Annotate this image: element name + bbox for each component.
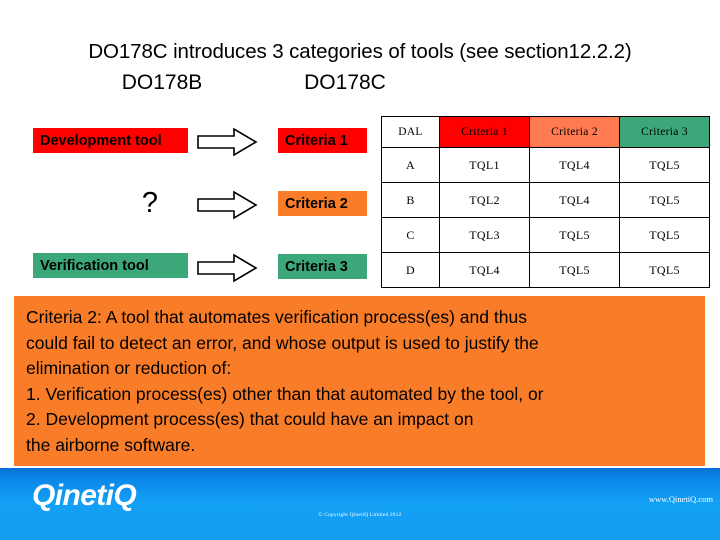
criteria-3-box: Criteria 3 [278,254,367,279]
table-cell: TQL5 [529,252,620,288]
slide-canvas: DO178C introduces 3 categories of tools … [0,0,720,540]
right-arrow-icon [197,253,258,283]
table-header-criteria-3: Criteria 3 [619,116,710,148]
table-cell: TQL4 [529,147,620,183]
table-cell: TQL2 [439,182,530,218]
table-cell: TQL5 [619,147,710,183]
callout-line: could fail to detect an error, and whose… [26,332,539,353]
table-cell: TQL4 [529,182,620,218]
table-cell: TQL5 [619,182,710,218]
table-header-row: DAL Criteria 1 Criteria 2 Criteria 3 [381,116,710,148]
tool-criteria-flow-diagram: Development tool Criteria 1 ? Criteria 2… [0,0,380,300]
table-cell: TQL5 [619,252,710,288]
website-url[interactable]: www.QinetiQ.com [649,494,713,504]
qinetiq-logo: QinetiQ [32,479,137,512]
callout-line: elimination or reduction of: [26,358,232,378]
callout-line: 1. Verification process(es) other than t… [26,383,544,404]
verification-tool-box: Verification tool [33,253,188,278]
table-cell: TQL3 [439,217,530,253]
callout-line: Criteria 2: A tool that automates verifi… [26,307,527,327]
table-cell: A [381,147,440,183]
table-cell: TQL5 [619,217,710,253]
right-arrow-icon [197,190,258,220]
unknown-tool-question-mark: ? [141,186,159,219]
criteria-2-box: Criteria 2 [278,191,367,216]
slide-footer: QinetiQ www.QinetiQ.com [0,468,720,540]
table-row: A TQL1 TQL4 TQL5 [381,147,710,183]
table-cell: TQL4 [439,252,530,288]
copyright-notice: © Copyright QinetiQ Limited 2012 [318,512,402,518]
table-cell: D [381,252,440,288]
table-header-criteria-2: Criteria 2 [529,116,620,148]
table-cell: TQL1 [439,147,530,183]
table-header-criteria-1: Criteria 1 [439,116,530,148]
table-row: C TQL3 TQL5 TQL5 [381,217,710,253]
criteria-2-definition-callout: Criteria 2: A tool that automates verifi… [14,296,705,466]
table-row: D TQL4 TQL5 TQL5 [381,252,710,288]
table-cell: C [381,217,440,253]
table-row: B TQL2 TQL4 TQL5 [381,182,710,218]
table-header-dal: DAL [381,116,440,148]
callout-line: 2. Development process(es) that could ha… [26,409,474,429]
right-arrow-icon [197,127,258,157]
dal-tql-table: DAL Criteria 1 Criteria 2 Criteria 3 A T… [381,116,710,288]
table-cell: TQL5 [529,217,620,253]
callout-line: the airborne software. [26,434,196,455]
criteria-1-box: Criteria 1 [278,128,367,153]
table-cell: B [381,182,440,218]
development-tool-box: Development tool [33,128,188,153]
